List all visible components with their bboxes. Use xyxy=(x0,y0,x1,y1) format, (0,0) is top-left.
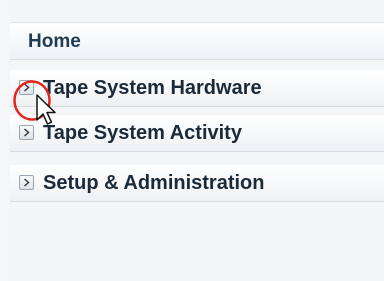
nav-item-label: Setup & Administration xyxy=(43,172,265,194)
chevron-right-icon[interactable] xyxy=(19,80,34,95)
nav-item-tape-system-hardware[interactable]: Tape System Hardware xyxy=(10,70,384,107)
chevron-right-icon[interactable] xyxy=(19,125,34,140)
chevron-right-icon[interactable] xyxy=(19,175,34,190)
app-canvas: Home Tape System Hardware Tape System Ac… xyxy=(0,0,384,281)
nav-item-label: Tape System Activity xyxy=(43,122,242,144)
nav-item-tape-system-activity[interactable]: Tape System Activity xyxy=(10,115,384,152)
nav-item-label: Tape System Hardware xyxy=(43,77,262,99)
nav-header-home[interactable]: Home xyxy=(10,22,384,60)
nav-header-label: Home xyxy=(28,31,81,52)
nav-item-setup-administration[interactable]: Setup & Administration xyxy=(10,165,384,202)
